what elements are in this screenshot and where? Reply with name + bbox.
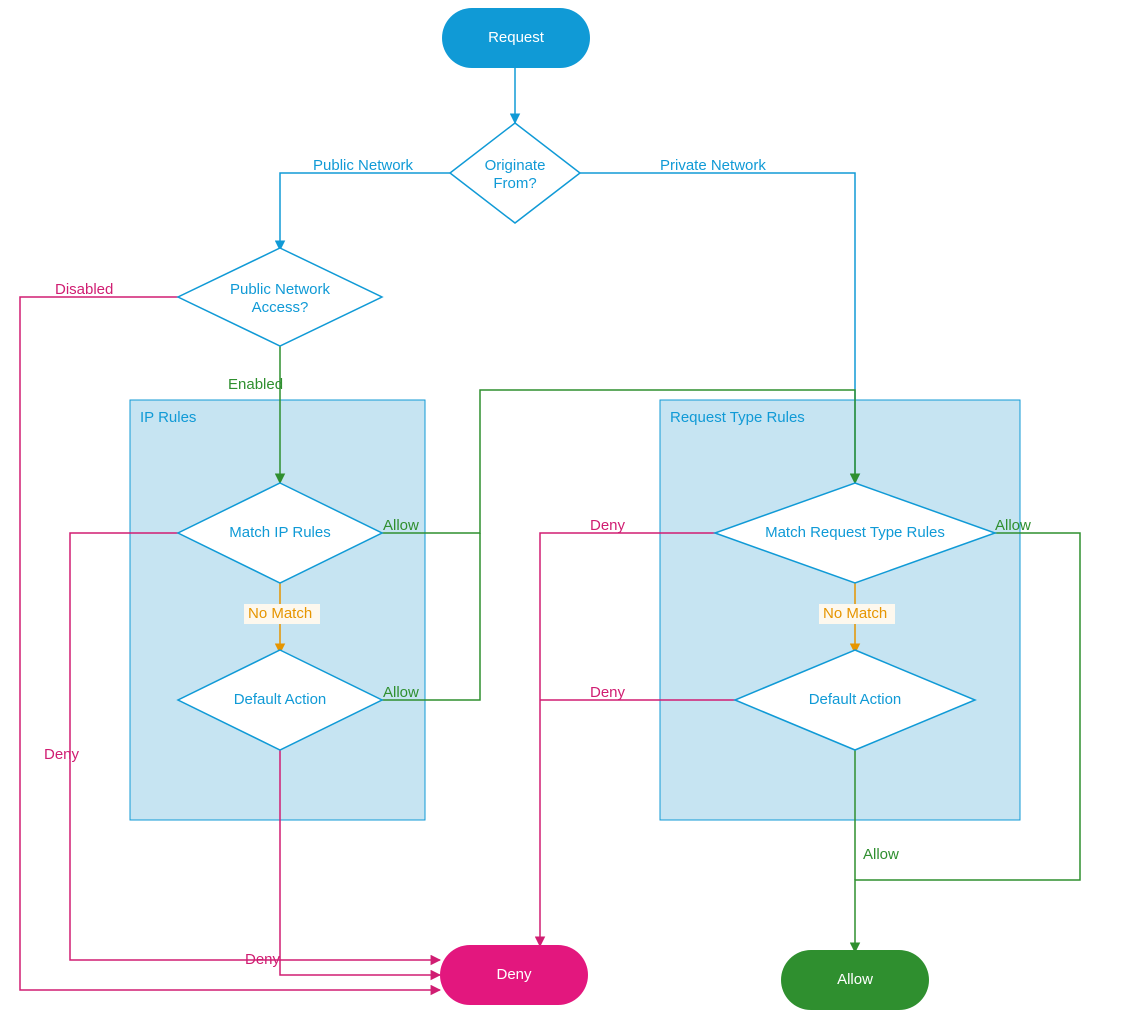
edge-label-defaultip-deny: Deny	[245, 951, 281, 968]
node-deny-label: Deny	[496, 966, 532, 983]
edge-label-rt-nomatch: No Match	[823, 605, 887, 622]
node-request-label: Request	[488, 29, 545, 46]
edge-label-matchrt-deny: Deny	[590, 517, 626, 534]
edge-label-defaultrt-deny: Deny	[590, 684, 626, 701]
edge-label-enabled: Enabled	[228, 376, 283, 393]
edge-label-matchip-deny: Deny	[44, 746, 80, 763]
edge-label-defaultrt-allow: Allow	[863, 846, 899, 863]
node-allow-label: Allow	[837, 971, 873, 988]
node-pna-label-2: Access?	[252, 299, 309, 316]
edge-label-private-network: Private Network	[660, 157, 766, 174]
edge-originate-public	[280, 173, 452, 250]
edge-label-ip-nomatch: No Match	[248, 605, 312, 622]
ip-rules-title: IP Rules	[140, 409, 196, 426]
node-default-ip-label: Default Action	[234, 691, 327, 708]
node-originate-label-2: From?	[493, 175, 536, 192]
edge-label-public-network: Public Network	[313, 157, 414, 174]
node-match-ip-label: Match IP Rules	[229, 524, 330, 541]
edge-label-defaultip-allow: Allow	[383, 684, 419, 701]
node-default-rt-label: Default Action	[809, 691, 902, 708]
edge-label-matchip-allow: Allow	[383, 517, 419, 534]
node-match-rt-label: Match Request Type Rules	[765, 524, 945, 541]
node-originate-label-1: Originate	[485, 157, 546, 174]
edge-label-disabled: Disabled	[55, 281, 113, 298]
flowchart-diagram: IP Rules Request Type Rules Public Netwo…	[0, 0, 1126, 1036]
node-pna-label-1: Public Network	[230, 281, 331, 298]
edge-label-matchrt-allow: Allow	[995, 517, 1031, 534]
request-type-rules-title: Request Type Rules	[670, 409, 805, 426]
